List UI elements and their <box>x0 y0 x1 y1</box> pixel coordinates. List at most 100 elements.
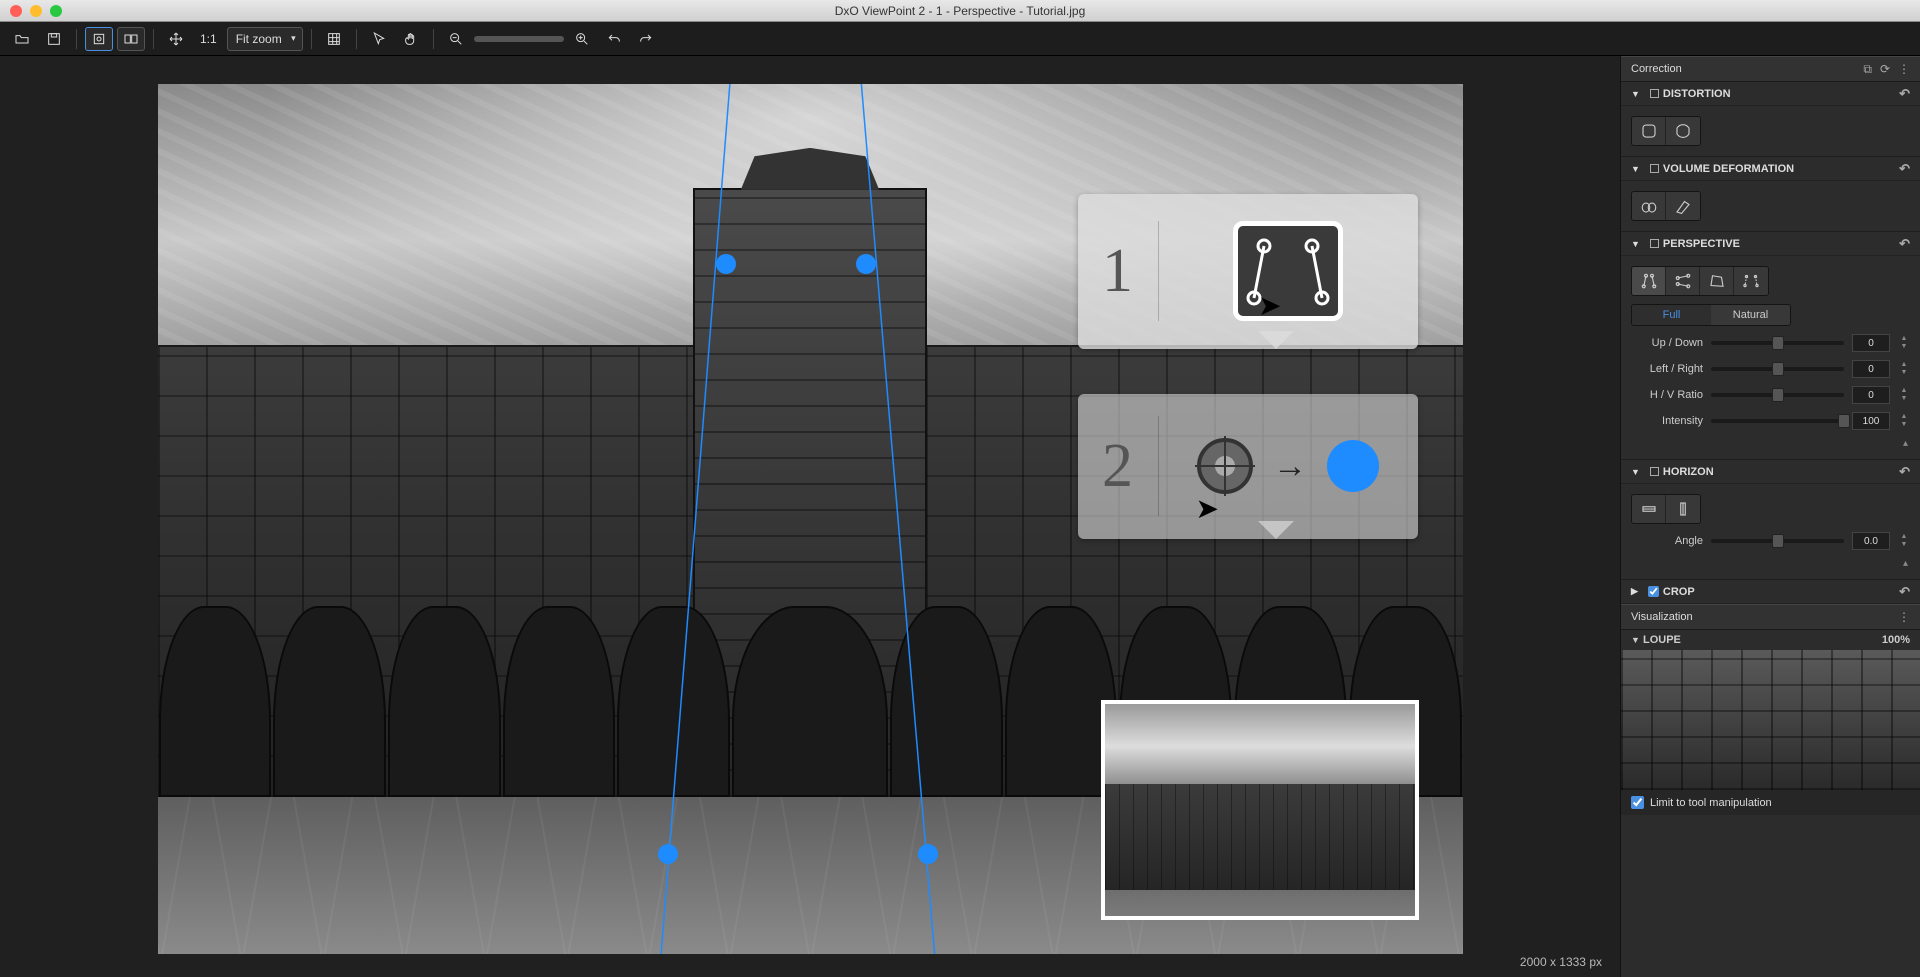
single-view-button[interactable] <box>85 27 113 51</box>
perspective-handle[interactable] <box>856 254 876 274</box>
enable-toggle[interactable] <box>1650 164 1659 173</box>
zoom-ratio-label[interactable]: 1:1 <box>194 32 223 46</box>
zoom-out-icon[interactable] <box>442 27 470 51</box>
leftright-slider[interactable] <box>1711 367 1844 371</box>
perspective-vertical-lines-button[interactable] <box>1632 267 1666 295</box>
move-tool-button[interactable] <box>162 27 190 51</box>
enable-toggle[interactable] <box>1650 467 1659 476</box>
slider-thumb[interactable] <box>1772 388 1784 402</box>
updown-value[interactable]: 0 <box>1852 334 1890 352</box>
volume-horizontal-button[interactable] <box>1632 192 1666 220</box>
stepper-icon[interactable]: ▲▼ <box>1898 335 1910 351</box>
undo-button[interactable] <box>600 27 628 51</box>
perspective-handle[interactable] <box>716 254 736 274</box>
leftright-slider-row: Left / Right 0 ▲▼ <box>1631 360 1910 378</box>
compare-view-button[interactable] <box>117 27 145 51</box>
updown-slider[interactable] <box>1711 341 1844 345</box>
close-icon[interactable] <box>10 5 22 17</box>
collapse-icon[interactable]: ▴ <box>1631 558 1910 569</box>
redo-button[interactable] <box>632 27 660 51</box>
horizon-horizontal-button[interactable] <box>1632 495 1666 523</box>
handle-dot-icon <box>1327 440 1379 492</box>
image-viewport[interactable]: 1 ➤ 2 → ➤ <box>158 84 1463 954</box>
slider-thumb[interactable] <box>1772 362 1784 376</box>
window-title: DxO ViewPoint 2 - 1 - Perspective - Tuto… <box>0 4 1920 18</box>
crop-panel-header[interactable]: ▶ CROP ↶ <box>1621 580 1920 604</box>
perspective-8point-button[interactable] <box>1734 267 1768 295</box>
popout-icon[interactable]: ⧉ <box>1863 62 1872 77</box>
crop-enable-checkbox[interactable] <box>1648 586 1659 597</box>
enable-toggle[interactable] <box>1650 89 1659 98</box>
maximize-icon[interactable] <box>50 5 62 17</box>
menu-icon[interactable]: ⋮ <box>1898 62 1910 77</box>
refresh-icon[interactable]: ⟳ <box>1880 62 1890 77</box>
reset-icon[interactable]: ↶ <box>1899 161 1910 177</box>
grid-toggle-button[interactable] <box>320 27 348 51</box>
canvas-area[interactable]: 1 ➤ 2 → ➤ <box>0 56 1620 977</box>
chevron-down-icon: ▼ <box>1631 164 1640 174</box>
perspective-rectangle-button[interactable] <box>1700 267 1734 295</box>
loupe-view[interactable] <box>1621 650 1920 790</box>
intensity-value[interactable]: 100 <box>1852 412 1890 430</box>
reset-icon[interactable]: ↶ <box>1899 236 1910 252</box>
open-file-button[interactable] <box>8 27 36 51</box>
horizon-title: HORIZON <box>1663 466 1714 478</box>
angle-value[interactable]: 0.0 <box>1852 532 1890 550</box>
horizon-panel-header[interactable]: ▼ HORIZON ↶ <box>1621 460 1920 484</box>
volume-panel-header[interactable]: ▼ VOLUME DEFORMATION ↶ <box>1621 157 1920 181</box>
limit-label: Limit to tool manipulation <box>1650 797 1772 809</box>
loupe-image <box>1621 650 1920 790</box>
cursor-icon: ➤ <box>1258 289 1281 322</box>
hand-tool-button[interactable] <box>397 27 425 51</box>
angle-slider[interactable] <box>1711 539 1844 543</box>
enable-toggle[interactable] <box>1650 239 1659 248</box>
distortion-mode-2-button[interactable] <box>1666 117 1700 145</box>
slider-thumb[interactable] <box>1772 336 1784 350</box>
perspective-panel-header[interactable]: ▼ PERSPECTIVE ↶ <box>1621 232 1920 256</box>
slider-thumb[interactable] <box>1772 534 1784 548</box>
preview-thumbnail <box>1105 704 1415 916</box>
stepper-icon[interactable]: ▲▼ <box>1898 413 1910 429</box>
distortion-panel-header[interactable]: ▼ DISTORTION ↶ <box>1621 82 1920 106</box>
zoom-mode-select[interactable]: Fit zoom <box>227 27 303 51</box>
collapse-icon[interactable]: ▴ <box>1631 438 1910 449</box>
perspective-mode-segmented[interactable]: Full Natural <box>1631 304 1791 326</box>
leftright-value[interactable]: 0 <box>1852 360 1890 378</box>
stepper-icon[interactable]: ▲▼ <box>1898 533 1910 549</box>
leftright-label: Left / Right <box>1631 363 1703 375</box>
reset-icon[interactable]: ↶ <box>1899 584 1910 600</box>
volume-diagonal-button[interactable] <box>1666 192 1700 220</box>
crop-title: CROP <box>1663 586 1695 598</box>
chevron-down-icon: ▼ <box>1631 89 1640 99</box>
loupe-panel-header[interactable]: ▼ LOUPE 100% <box>1621 630 1920 650</box>
perspective-handle[interactable] <box>658 844 678 864</box>
hvratio-slider[interactable] <box>1711 393 1844 397</box>
hvratio-label: H / V Ratio <box>1631 389 1703 401</box>
perspective-panel-body: Full Natural Up / Down 0 ▲▼ Left / Right… <box>1621 256 1920 460</box>
slider-thumb[interactable] <box>1838 414 1850 428</box>
perspective-mode-full[interactable]: Full <box>1632 305 1711 325</box>
zoom-slider[interactable] <box>474 36 564 42</box>
reset-icon[interactable]: ↶ <box>1899 464 1910 480</box>
zoom-in-icon[interactable] <box>568 27 596 51</box>
pointer-tool-button[interactable] <box>365 27 393 51</box>
perspective-mode-natural[interactable]: Natural <box>1711 305 1790 325</box>
limit-checkbox[interactable] <box>1631 796 1644 809</box>
stepper-icon[interactable]: ▲▼ <box>1898 361 1910 377</box>
perspective-handle[interactable] <box>918 844 938 864</box>
hvratio-value[interactable]: 0 <box>1852 386 1890 404</box>
intensity-slider[interactable] <box>1711 419 1844 423</box>
minimize-icon[interactable] <box>30 5 42 17</box>
perspective-horizontal-lines-button[interactable] <box>1666 267 1700 295</box>
horizon-panel-body: Angle 0.0 ▲▼ ▴ <box>1621 484 1920 580</box>
save-button[interactable] <box>40 27 68 51</box>
stepper-icon[interactable]: ▲▼ <box>1898 387 1910 403</box>
horizon-vertical-button[interactable] <box>1666 495 1700 523</box>
menu-icon[interactable]: ⋮ <box>1898 610 1910 624</box>
main-area: 1 ➤ 2 → ➤ <box>0 56 1920 977</box>
distortion-mode-1-button[interactable] <box>1632 117 1666 145</box>
target-icon <box>1197 438 1253 494</box>
reset-icon[interactable]: ↶ <box>1899 86 1910 102</box>
loupe-zoom-value[interactable]: 100% <box>1882 634 1910 646</box>
visualization-title-label: Visualization <box>1631 611 1693 623</box>
